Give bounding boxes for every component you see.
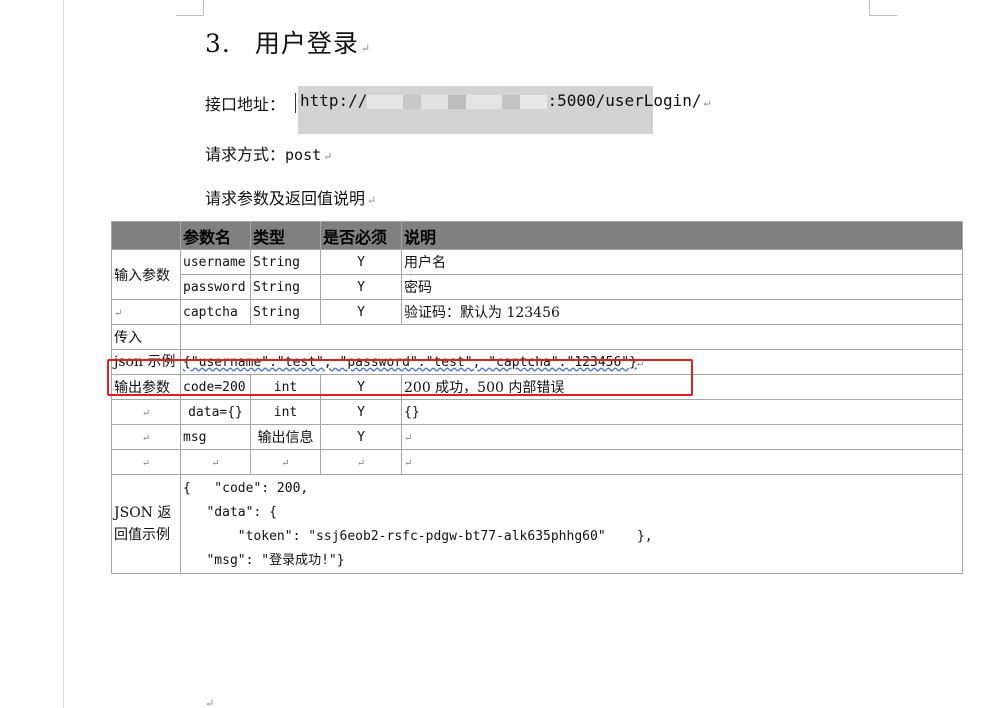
- empty-cell[interactable]: ↵: [111, 424, 181, 450]
- pass-label[interactable]: 传入: [111, 324, 181, 350]
- empty-cell[interactable]: ↵: [111, 299, 181, 325]
- redacted-host: [367, 94, 548, 109]
- param-name[interactable]: captcha: [180, 299, 251, 325]
- cell-mark-icon: ↵: [141, 408, 151, 419]
- cell-mark-icon: ↵: [404, 458, 413, 469]
- paragraph-mark-icon: ↵: [205, 697, 215, 708]
- return-line: "msg": "登录成功!"}: [183, 553, 345, 568]
- paragraph-mark-icon: ↵: [367, 194, 377, 207]
- api-spec-table[interactable]: 参数名 类型 是否必须 说明 输入参数 username String Y 用户…: [111, 221, 963, 574]
- output-type[interactable]: int: [250, 399, 321, 425]
- table-row: 输入参数 username String Y 用户名: [111, 249, 963, 300]
- empty-cell[interactable]: ↵: [180, 449, 251, 475]
- cell-mark-icon: ↵: [114, 308, 123, 319]
- output-desc[interactable]: {}: [401, 399, 963, 425]
- output-name[interactable]: msg: [180, 424, 251, 450]
- cell-mark-icon: ↵: [356, 458, 366, 469]
- return-line: { "code": 200,: [183, 481, 309, 496]
- param-required[interactable]: Y: [320, 299, 402, 325]
- param-type[interactable]: String: [250, 299, 321, 325]
- empty-cell[interactable]: ↵: [111, 399, 181, 425]
- param-name[interactable]: password: [180, 274, 251, 300]
- return-line: "token": "ssj6eob2-rsfc-pdgw-bt77-alk635…: [183, 529, 653, 544]
- return-line: "data": {: [183, 505, 277, 520]
- table-row: ↵ captcha String Y 验证码：默认为 123456: [111, 299, 963, 325]
- paragraph-mark-icon: ↵: [703, 96, 711, 109]
- output-name[interactable]: data={}: [180, 399, 251, 425]
- param-required[interactable]: Y: [320, 249, 402, 275]
- table-row: 传入: [111, 324, 963, 350]
- heading-title: 用户登录: [254, 29, 359, 58]
- paragraph-mark-icon: ↵: [360, 42, 372, 55]
- table-row: ↵ msg 输出信息 Y ↵: [111, 424, 963, 450]
- table-row: ↵ ↵ ↵ ↵ ↵: [111, 449, 963, 475]
- output-required[interactable]: Y: [320, 424, 402, 450]
- endpoint-url[interactable]: http:// :5000/userLogin/↵: [300, 91, 710, 110]
- method-label: 请求方式：: [205, 145, 286, 164]
- page-corner-mark-left: [176, 0, 204, 16]
- page-corner-mark-right: [869, 0, 897, 16]
- method-value: post: [285, 146, 322, 164]
- endpoint-label: 接口地址：: [205, 95, 286, 114]
- header-cell-type[interactable]: 类型: [250, 221, 321, 250]
- output-required[interactable]: Y: [320, 399, 402, 425]
- endpoint-url-prefix: http://: [300, 91, 368, 110]
- return-example-value[interactable]: { "code": 200, "data": { "token": "ssj6e…: [180, 474, 963, 574]
- paragraph-mark-icon: ↵: [323, 150, 333, 163]
- red-highlight-box: [107, 359, 693, 396]
- table-header-row: 参数名 类型 是否必须 说明: [111, 221, 963, 250]
- header-cell-name[interactable]: 参数名: [180, 221, 251, 250]
- param-desc[interactable]: 用户名: [401, 249, 963, 275]
- param-name[interactable]: username: [180, 249, 251, 275]
- param-desc[interactable]: 验证码：默认为 123456: [401, 299, 963, 325]
- output-desc[interactable]: ↵: [401, 424, 963, 450]
- cell-mark-icon: ↵: [281, 458, 290, 469]
- input-params-label[interactable]: 输入参数: [111, 249, 181, 300]
- output-type[interactable]: 输出信息: [250, 424, 321, 450]
- cell-mark-icon: ↵: [211, 458, 220, 469]
- return-example-label[interactable]: JSON 返回值示例: [111, 474, 181, 574]
- empty-cell[interactable]: ↵: [320, 449, 402, 475]
- section-heading[interactable]: 3. 用户登录 ↵: [205, 24, 371, 60]
- param-desc[interactable]: 密码: [401, 274, 963, 300]
- cell-mark-icon: ↵: [141, 458, 151, 469]
- table-row: ↵ data={} int Y {}: [111, 399, 963, 425]
- params-title-text: 请求参数及返回值说明: [205, 189, 366, 208]
- table-row: password String Y 密码: [112, 274, 963, 300]
- params-title[interactable]: 请求参数及返回值说明 ↵: [205, 185, 376, 209]
- endpoint-line[interactable]: 接口地址：: [205, 91, 285, 115]
- header-cell-desc[interactable]: 说明: [401, 221, 963, 250]
- page-margin-line: [63, 0, 64, 708]
- cell-mark-icon: ↵: [404, 433, 413, 444]
- return-example-row: JSON 返回值示例 { "code": 200, "data": { "tok…: [111, 474, 963, 574]
- param-type[interactable]: String: [250, 249, 321, 275]
- header-cell-required[interactable]: 是否必须: [320, 221, 402, 250]
- text-cursor: [295, 93, 296, 113]
- empty-cell[interactable]: ↵: [401, 449, 963, 475]
- header-cell-blank[interactable]: [111, 221, 181, 250]
- cell-mark-icon: ↵: [141, 433, 151, 444]
- empty-cell[interactable]: [180, 324, 963, 350]
- document-page: 3. 用户登录 ↵ 接口地址： http://:5000/userLogin/↵ 请…: [0, 0, 997, 708]
- method-line[interactable]: 请求方式：post ↵: [205, 141, 332, 165]
- empty-cell[interactable]: ↵: [250, 449, 321, 475]
- endpoint-url-suffix: :5000/userLogin/: [547, 91, 702, 110]
- param-required[interactable]: Y: [320, 274, 402, 300]
- empty-cell[interactable]: ↵: [111, 449, 181, 475]
- param-type[interactable]: String: [250, 274, 321, 300]
- heading-number: 3.: [205, 29, 231, 58]
